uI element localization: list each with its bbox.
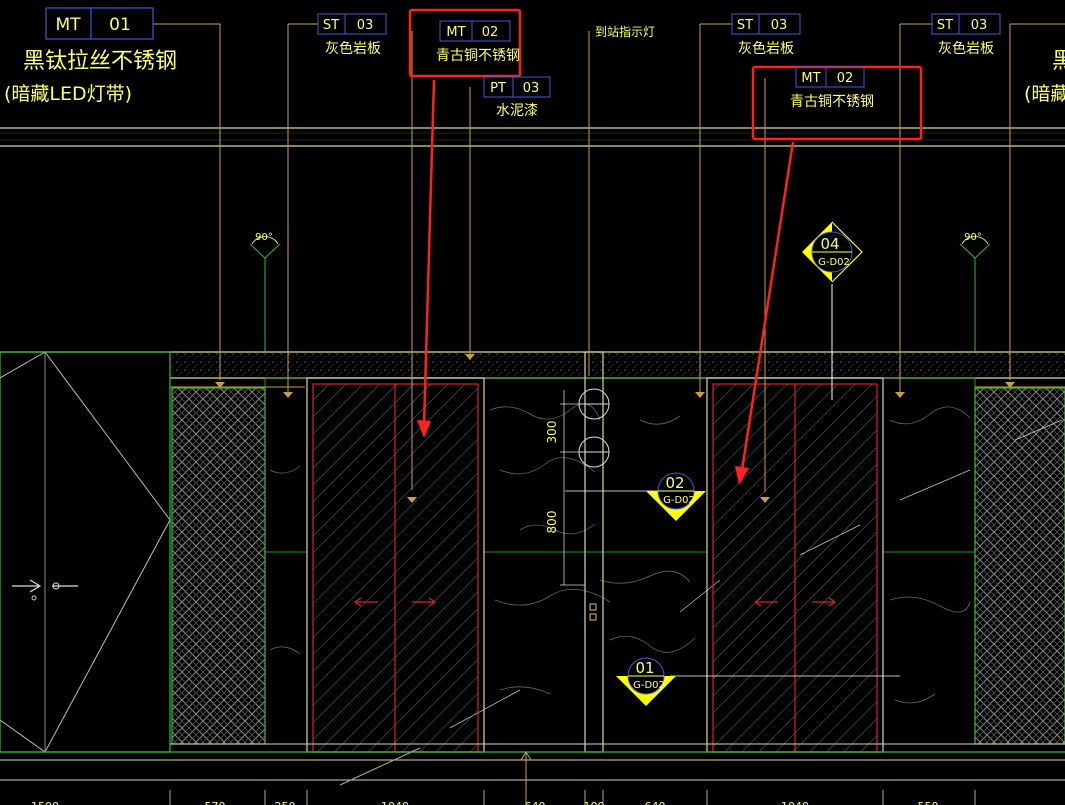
- tag-name: 灰色岩板: [738, 40, 794, 57]
- section-marker-02: 02 G-D02: [646, 472, 706, 521]
- bottom-dim: 250: [275, 800, 296, 805]
- wall-top-band: [0, 351, 1065, 388]
- tag-code: MT: [55, 15, 81, 35]
- station-light-label: 到站指示灯: [595, 24, 655, 39]
- tag-note: (暗藏LED灯带): [4, 83, 132, 105]
- tag-num: 03: [971, 18, 988, 33]
- tag-num: 01: [109, 15, 131, 35]
- elevation-drawing: 300 800 1500 570 250 1040 640 100 640 10…: [0, 7, 1065, 805]
- tag-right-partial: 黑 (暗藏: [1024, 49, 1065, 105]
- tag-st03-b: ST 03 灰色岩板: [731, 13, 801, 57]
- tag-mt01-left: MT 01 黑钛拉丝不锈钢 (暗藏LED灯带): [4, 7, 177, 105]
- tag-code: PT: [490, 81, 506, 96]
- left-cross-hatch-panel: [171, 387, 266, 745]
- tag-name: 黑钛拉丝不锈钢: [23, 49, 177, 74]
- tag-num: 03: [357, 18, 374, 33]
- tag-pt03: PT 03 水泥漆: [483, 76, 551, 119]
- angle-label-left: 90°: [255, 232, 273, 243]
- tag-code: MT: [446, 25, 465, 40]
- ceiling-band: [0, 127, 1065, 147]
- tag-code: ST: [323, 18, 339, 33]
- section-ref: G-D02: [633, 680, 665, 691]
- floor-base: [0, 743, 1065, 805]
- left-door-panel: [0, 351, 171, 753]
- right-cross-hatch-panel: [974, 387, 1065, 745]
- bottom-dim: 100: [584, 800, 605, 805]
- tag-mt02-a: MT 02 青古铜不锈钢: [408, 8, 522, 78]
- tag-num: 03: [771, 18, 788, 33]
- bottom-dim: 640: [525, 800, 546, 805]
- tag-code: MT: [801, 71, 820, 86]
- tag-name: 水泥漆: [496, 103, 538, 119]
- tag-name: 青古铜不锈钢: [790, 94, 874, 110]
- section-num: 04: [820, 235, 839, 253]
- tag-num: 02: [837, 71, 854, 86]
- section-num: 02: [665, 474, 684, 492]
- bottom-dim: 1040: [781, 800, 809, 805]
- bottom-dim: 1500: [31, 800, 59, 805]
- elevator-door-left: [306, 377, 485, 753]
- tag-st03-c: ST 03 灰色岩板: [931, 13, 1001, 57]
- tag-num: 02: [482, 25, 499, 40]
- section-marker-01: 01 G-D02: [616, 657, 676, 706]
- tag-note: (暗藏: [1024, 83, 1065, 105]
- tag-name: 黑: [1052, 49, 1065, 74]
- dim-300: 300: [545, 421, 559, 444]
- tag-code: ST: [937, 18, 953, 33]
- tag-code: ST: [737, 18, 753, 33]
- tag-name: 灰色岩板: [325, 40, 381, 57]
- dim-800: 800: [545, 511, 559, 534]
- tag-name: 青古铜不锈钢: [436, 48, 520, 64]
- tag-name: 灰色岩板: [938, 40, 994, 57]
- tag-num: 03: [523, 81, 540, 96]
- bottom-dimension-row: 1500 570 250 1040 640 100 640 1040 550: [31, 800, 939, 805]
- bottom-dim: 570: [205, 800, 226, 805]
- elevator-door-right: [706, 377, 884, 753]
- section-ref: G-D02: [818, 257, 850, 268]
- light-angle-left: 90°: [249, 232, 281, 352]
- section-ref: G-D02: [663, 495, 695, 506]
- angle-label-right: 90°: [964, 232, 982, 243]
- section-num: 01: [635, 659, 654, 677]
- bottom-dim: 1040: [381, 800, 409, 805]
- leader-lines: [153, 23, 1065, 492]
- bottom-dim: 640: [645, 800, 666, 805]
- light-angle-right: 90°: [959, 232, 991, 352]
- bottom-dim: 550: [918, 800, 939, 805]
- tag-st03-a: ST 03 灰色岩板: [317, 13, 387, 57]
